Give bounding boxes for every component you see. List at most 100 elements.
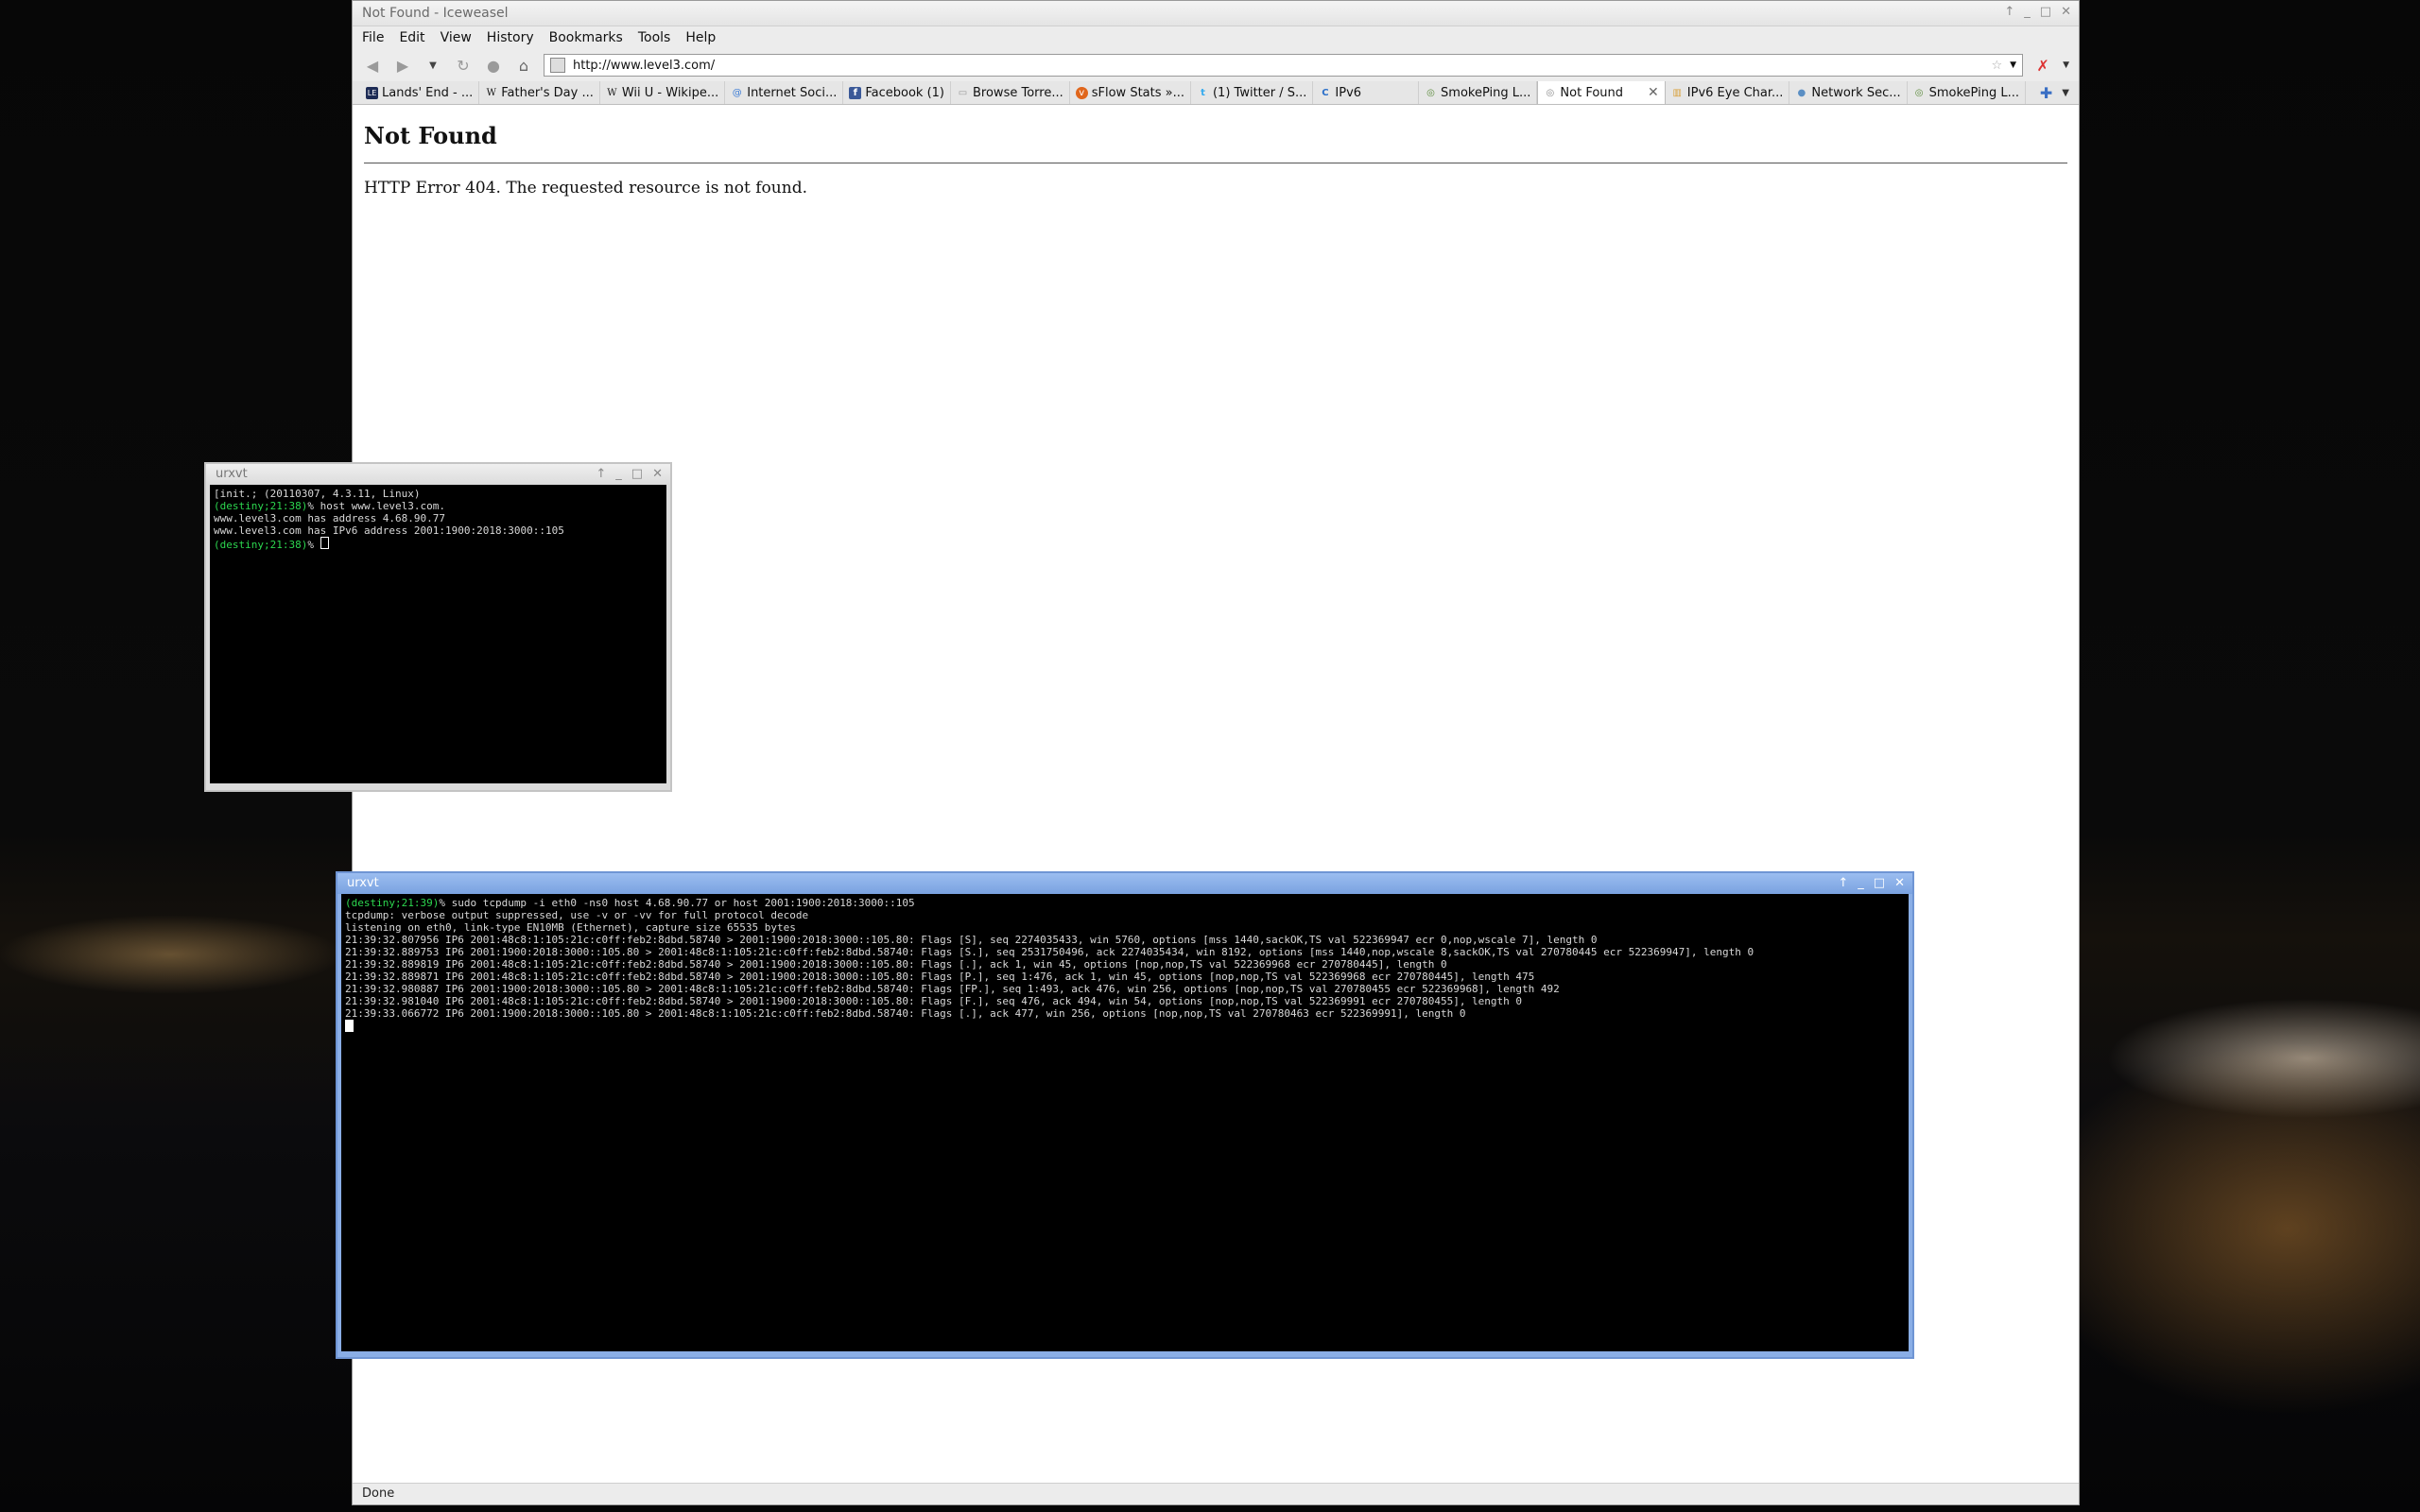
- terminal-text: % host www.level3.com.: [307, 500, 446, 512]
- terminal-titlebar[interactable]: urxvt ↑ _ □ ✕: [337, 873, 1912, 894]
- terminal-window-controls: ↑ _ □ ✕: [596, 467, 663, 481]
- terminal-line: tcpdump: verbose output suppressed, use …: [345, 909, 1905, 921]
- maximize-window-button[interactable]: □: [1874, 876, 1885, 890]
- menu-file[interactable]: File: [362, 30, 384, 45]
- tab-label: Facebook (1): [865, 85, 944, 100]
- tab-wii-u[interactable]: W Wii U - Wikipe...: [600, 81, 726, 104]
- close-tab-icon[interactable]: ✕: [1648, 85, 1659, 100]
- raise-window-button[interactable]: ↑: [2004, 5, 2014, 19]
- tab-label: (1) Twitter / S...: [1212, 85, 1307, 100]
- error-message: HTTP Error 404. The requested resource i…: [364, 179, 807, 198]
- menu-tools[interactable]: Tools: [638, 30, 671, 45]
- tab-sflow-stats[interactable]: v sFlow Stats »...: [1070, 81, 1191, 104]
- close-window-button[interactable]: ✕: [652, 467, 663, 481]
- menu-view[interactable]: View: [441, 30, 472, 45]
- url-bar[interactable]: http://www.level3.com/ ☆ ▼: [544, 54, 2024, 77]
- history-dropdown-icon[interactable]: ▼: [423, 55, 443, 76]
- generic-page-favicon-icon: ◎: [1546, 87, 1555, 98]
- new-tab-plus-icon[interactable]: ✚: [2040, 84, 2052, 102]
- terminal-output[interactable]: (destiny;21:39)% sudo tcpdump -i eth0 -n…: [341, 894, 1909, 1351]
- close-window-button[interactable]: ✕: [1894, 876, 1905, 890]
- tab-label: Not Found: [1560, 85, 1624, 100]
- minimize-window-button[interactable]: _: [2024, 5, 2031, 19]
- ipv6-favicon-icon: C: [1322, 87, 1329, 98]
- tab-ipv6-eye-chart[interactable]: ▥ IPv6 Eye Char...: [1666, 81, 1790, 104]
- terminal-line: [init.; (20110307, 4.3.11, Linux): [214, 488, 663, 500]
- menu-bar: File Edit View History Bookmarks Tools H…: [353, 26, 2079, 49]
- terminal-line: 21:39:32.981040 IP6 2001:48c8:1:105:21c:…: [345, 995, 1905, 1007]
- maximize-window-button[interactable]: □: [631, 467, 643, 481]
- menu-edit[interactable]: Edit: [399, 30, 424, 45]
- facebook-favicon-icon: f: [849, 86, 862, 99]
- tab-label: Internet Soci...: [747, 85, 838, 100]
- terminal-line: www.level3.com has address 4.68.90.77: [214, 512, 663, 524]
- terminal-line: (destiny;21:38)% host www.level3.com.: [214, 500, 663, 512]
- terminal-text: [init.; (20110307, 4.3.11, Linux): [214, 488, 421, 500]
- home-icon[interactable]: ⌂: [513, 55, 534, 76]
- tab-fathers-day[interactable]: W Father's Day ...: [479, 81, 600, 104]
- page-heading: Not Found: [364, 122, 497, 149]
- reload-icon[interactable]: ↻: [453, 55, 474, 76]
- tab-network-security[interactable]: ● Network Sec...: [1789, 81, 1908, 104]
- tab-lands-end[interactable]: LE Lands' End - ...: [360, 81, 480, 104]
- minimize-window-button[interactable]: _: [615, 467, 622, 481]
- terminal-title: urxvt: [347, 876, 379, 890]
- site-identity-icon[interactable]: [550, 58, 565, 73]
- tab-label: SmokePing L...: [1441, 85, 1531, 100]
- terminal-line: 21:39:32.889871 IP6 2001:48c8:1:105:21c:…: [345, 971, 1905, 983]
- raise-window-button[interactable]: ↑: [596, 467, 606, 481]
- url-dropdown-icon[interactable]: ▼: [2010, 60, 2016, 70]
- terminal-text: www.level3.com has address 4.68.90.77: [214, 512, 446, 524]
- tab-smokeping-1[interactable]: ◎ SmokePing L...: [1419, 81, 1538, 104]
- browser-titlebar[interactable]: Not Found - Iceweasel ↑ _ □ ✕: [353, 1, 2079, 26]
- terminal-text: % sudo tcpdump -i eth0 -ns0 host 4.68.90…: [439, 897, 915, 909]
- terminal-text: 21:39:32.981040 IP6 2001:48c8:1:105:21c:…: [345, 995, 1523, 1007]
- page-content: Not Found HTTP Error 404. The requested …: [353, 122, 2079, 198]
- tab-ipv6[interactable]: C IPv6: [1313, 81, 1420, 104]
- tab-not-found[interactable]: ◎ Not Found ✕: [1537, 81, 1666, 104]
- tab-browse-torrents[interactable]: ▭ Browse Torre...: [951, 81, 1070, 104]
- terminal-output[interactable]: [init.; (20110307, 4.3.11, Linux) (destin…: [210, 485, 666, 783]
- terminal-line: listening on eth0, link-type EN10MB (Eth…: [345, 921, 1905, 934]
- close-window-button[interactable]: ✕: [2061, 5, 2071, 19]
- terminal-line: 21:39:32.889753 IP6 2001:1900:2018:3000:…: [345, 946, 1905, 958]
- terminal-window-small[interactable]: urxvt ↑ _ □ ✕ [init.; (20110307, 4.3.11,…: [204, 462, 672, 792]
- menu-help[interactable]: Help: [685, 30, 716, 45]
- tab-label: Lands' End - ...: [382, 85, 474, 100]
- menu-history[interactable]: History: [487, 30, 534, 45]
- forward-arrow-icon[interactable]: ▶: [392, 55, 413, 76]
- tab-label: SmokePing L...: [1928, 85, 2019, 100]
- url-input[interactable]: http://www.level3.com/: [573, 59, 1984, 73]
- terminal-line: 21:39:33.066772 IP6 2001:1900:2018:3000:…: [345, 1007, 1905, 1020]
- terminal-text: tcpdump: verbose output suppressed, use …: [345, 909, 809, 921]
- back-arrow-icon[interactable]: ◀: [362, 55, 383, 76]
- shell-prompt: (destiny;21:38): [214, 500, 308, 512]
- tab-smokeping-2[interactable]: ◎ SmokePing L...: [1908, 81, 2026, 104]
- raise-window-button[interactable]: ↑: [1838, 876, 1848, 890]
- maximize-window-button[interactable]: □: [2040, 5, 2051, 19]
- tab-facebook[interactable]: f Facebook (1): [843, 81, 951, 104]
- tab-label: Wii U - Wikipe...: [621, 85, 719, 100]
- tab-label: Network Sec...: [1811, 85, 1901, 100]
- minimize-window-button[interactable]: _: [1858, 876, 1864, 890]
- text-cursor: [320, 537, 329, 549]
- list-all-tabs-icon[interactable]: ▼: [2062, 88, 2069, 98]
- tab-twitter[interactable]: t (1) Twitter / S...: [1191, 81, 1314, 104]
- menu-bookmarks[interactable]: Bookmarks: [549, 30, 623, 45]
- stop-icon[interactable]: ●: [483, 55, 504, 76]
- terminal-titlebar[interactable]: urxvt ↑ _ □ ✕: [206, 464, 670, 485]
- generic-page-favicon-icon: ▭: [958, 87, 968, 98]
- terminal-text: listening on eth0, link-type EN10MB (Eth…: [345, 921, 796, 934]
- search-dropdown-icon[interactable]: ▼: [2063, 60, 2069, 70]
- terminal-window-large[interactable]: urxvt ↑ _ □ ✕ (destiny;21:39)% sudo tcpd…: [336, 871, 1914, 1359]
- terminal-line: 21:39:32.889819 IP6 2001:48c8:1:105:21c:…: [345, 958, 1905, 971]
- text-cursor: [345, 1020, 354, 1032]
- tab-internet-society[interactable]: @ Internet Soci...: [725, 81, 844, 104]
- tab-label: IPv6: [1335, 85, 1362, 100]
- bookmark-star-icon[interactable]: ☆: [1992, 59, 2003, 73]
- wikipedia-favicon-icon: W: [607, 87, 617, 98]
- status-text: Done: [362, 1486, 395, 1501]
- browser-window-controls: ↑ _ □ ✕: [2004, 5, 2071, 19]
- terminal-text: 21:39:32.889871 IP6 2001:48c8:1:105:21c:…: [345, 971, 1535, 983]
- search-engine-icon[interactable]: ✗: [2032, 55, 2053, 76]
